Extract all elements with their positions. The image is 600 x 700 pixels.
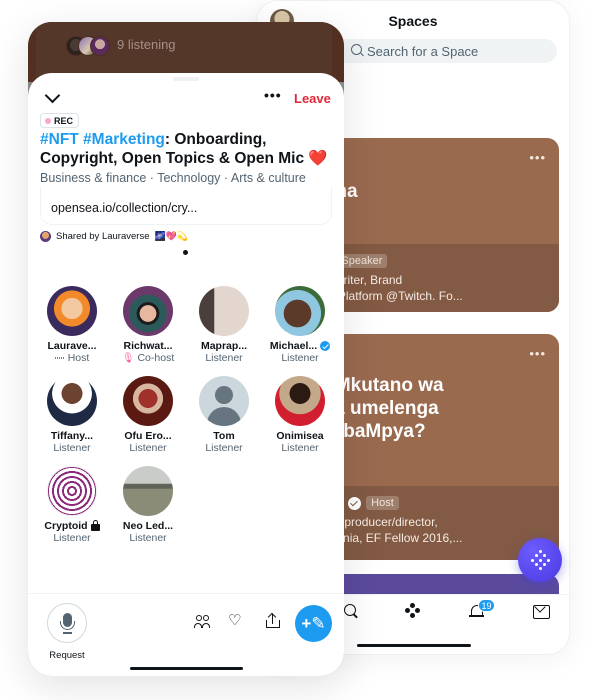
participant-role: Listener [205,352,243,364]
hashtag-link[interactable]: #NFT #Marketing [40,131,165,148]
verified-icon [348,496,362,510]
participant-name: Maprap... [200,340,248,352]
compose-tweet-button[interactable]: +✎ [295,605,332,642]
participant-name: Tom [213,430,235,442]
sheet-grabber[interactable] [173,77,199,81]
role-badge: Host [366,496,399,510]
role-badge: Speaker [336,254,388,268]
search-icon [351,44,362,55]
participant-role: Listener [129,532,167,544]
space-room-screen: 9 listening ••• Leave REC #NFT #Marketin… [28,22,344,676]
participant-role: Listener [281,352,319,364]
participant[interactable]: Tiffany... Listener [34,376,110,454]
more-options-icon[interactable]: ••• [264,87,282,103]
sharer-avatar [40,231,51,242]
participant[interactable]: Richwat... 🎙 Co-host [110,286,186,364]
participant-role: Listener [281,442,319,454]
page-indicator-dot [183,250,188,255]
participant[interactable]: Cryptoid Listener [34,466,110,544]
space-room-sheet: ••• Leave REC #NFT #Marketing: Onboardin… [28,73,344,676]
notification-count-badge: 19 [478,599,495,612]
participant[interactable]: Onimisea Listener [262,376,338,454]
participant-role: Listener [53,442,91,454]
home-indicator [357,644,471,647]
participant-avatar [275,286,325,336]
pinned-link-card[interactable]: opensea.io/collection/cry... [40,187,332,225]
participant-avatar [199,376,249,426]
request-label: Request [49,650,85,661]
participant-name: Neo Led... [122,520,174,532]
create-space-button[interactable] [518,538,562,582]
messages-tab-icon[interactable] [533,603,550,619]
participant-avatar [47,286,97,336]
heart-emoji: ❤️ [308,150,328,167]
participant-name: Richwat... [123,340,173,352]
shared-by-text: Shared by Lauraverse [56,231,150,242]
participant-avatar [123,466,173,516]
participant-role: Host [67,352,90,364]
chevron-down-icon[interactable] [46,92,58,104]
screen: Spaces Search for a Space ng Now on righ… [0,0,600,700]
participant-avatar [275,376,325,426]
participant-avatar [47,376,97,426]
leave-button[interactable]: Leave [294,91,331,106]
mini-listening-count: 9 listening [117,37,176,52]
speaking-wave-icon [54,357,65,359]
participant-role: Listener [205,442,243,454]
participant[interactable]: Tom Listener [186,376,262,454]
participant-name: Onimisea [276,430,324,442]
spaces-tab-icon[interactable] [405,603,421,619]
spaces-sparkle-icon [530,550,550,570]
participant[interactable]: Laurave... Host [34,286,110,364]
mic-muted-icon: 🎙 [121,352,135,364]
react-heart-icon[interactable]: ♡ [228,613,246,631]
home-indicator [130,667,243,670]
participant-role: Co-host [137,352,175,364]
participant-name: Ofu Ero... [124,430,172,442]
participant[interactable]: Maprap... Listener [186,286,262,364]
participant-name: Laurave... [47,340,97,352]
space-topics: Business & finance · Technology · Arts &… [40,171,306,185]
spaces-search-input[interactable]: Search for a Space [327,39,557,63]
search-tab-icon[interactable] [343,603,359,619]
request-to-speak-button[interactable] [47,603,87,643]
participant-role: Listener [129,442,167,454]
participant-name: Tiffany... [50,430,94,442]
participants-icon[interactable] [194,613,212,631]
divider [28,593,344,594]
recording-label: REC [54,115,74,126]
participant-name: Michael... [269,340,318,352]
lock-icon [90,520,100,531]
participant[interactable]: Michael... Listener [262,286,338,364]
shared-by-emojis: 🌌💖💫 [154,231,189,241]
participant[interactable]: Ofu Ero... Listener [110,376,186,454]
participant-avatar [123,286,173,336]
space-title: #NFT #Marketing: Onboarding, Copyright, … [40,130,335,168]
shared-by-row: Shared by Lauraverse 🌌💖💫 [40,231,188,242]
participant[interactable]: Neo Led... Listener [110,466,186,544]
participant-avatar [47,466,97,516]
more-options-icon[interactable]: ••• [529,150,546,165]
participant-role: Listener [53,532,91,544]
participant-name: Cryptoid [44,520,88,532]
recording-dot-icon [45,117,51,124]
share-icon[interactable] [264,612,282,631]
participant-avatar [123,376,173,426]
recording-badge: REC [40,113,80,128]
pinned-link[interactable]: opensea.io/collection/cry... [51,201,197,215]
search-placeholder: Search for a Space [367,43,479,59]
more-options-icon[interactable]: ••• [529,346,546,361]
verified-icon [320,341,331,351]
participant-avatar [199,286,249,336]
